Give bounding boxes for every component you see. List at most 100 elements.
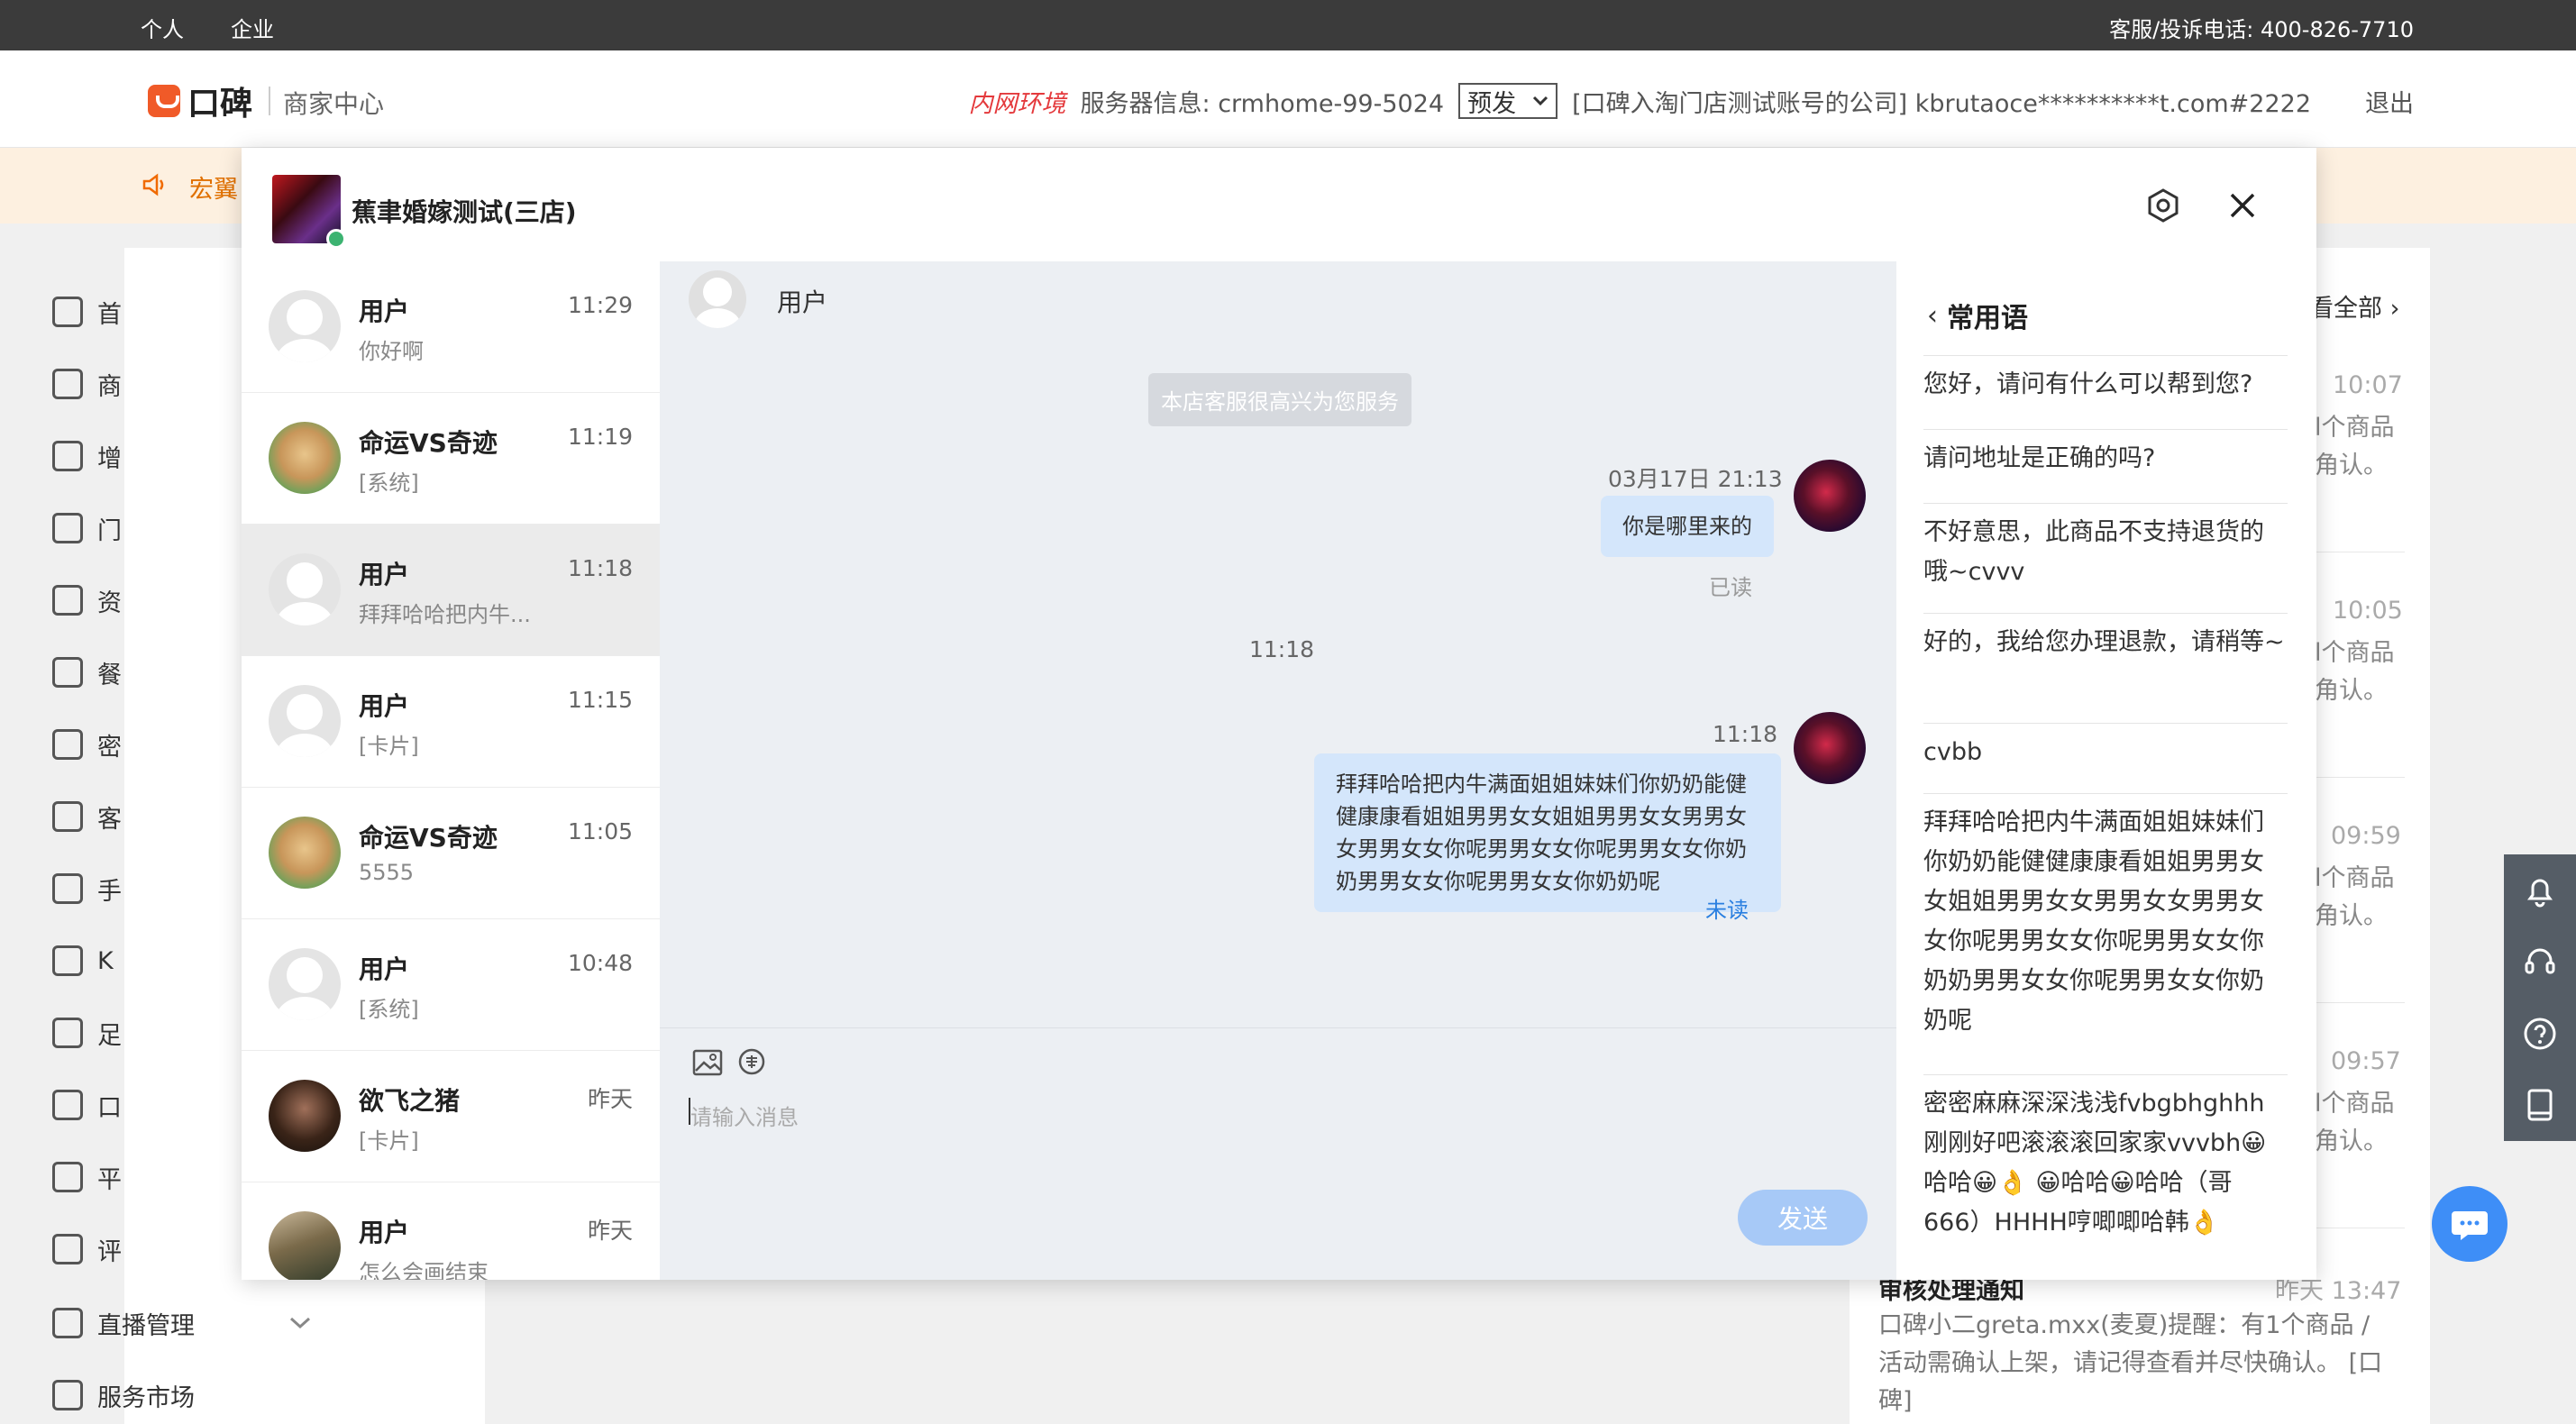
conversation-item[interactable]: 命运VS奇迹 11:19 [系统] [242,393,660,525]
avatar [269,685,341,757]
menu-item-k[interactable]: K [52,941,114,981]
menu-item-store[interactable]: 门 [52,508,122,548]
notice-time: 09:57 [2331,1047,2401,1075]
quick-phrase-item[interactable]: 不好意思，此商品不支持退货的哦~cvvv [1923,503,2288,592]
tab-enterprise[interactable]: 企业 [231,12,274,43]
footprint-icon [52,1018,83,1048]
notice-text[interactable]: 宏翼 [189,169,238,205]
conversation-item[interactable]: 用户 昨天 怎么会画结束 [242,1182,660,1280]
env-label: 内网环境 [968,89,1066,118]
menu-item-customer[interactable]: 客 [52,797,122,836]
menu-item-dining[interactable]: 餐 [52,653,122,692]
conversation-preview: [系统] [359,470,419,496]
view-all-link[interactable]: 看全部 › [2309,288,2399,324]
menu-item-market[interactable]: 服务市场 [52,1375,195,1415]
conversation-item[interactable]: 用户 11:15 [卡片] [242,656,660,788]
menu-item-home[interactable]: 首 [52,292,122,332]
menu-item-goods[interactable]: 商 [52,364,122,404]
logo-text[interactable]: 口碑 [187,78,252,124]
quick-phrases-header[interactable]: ‹ 常用语 [1927,296,2028,335]
env-select-value: 预发 [1467,89,1517,118]
chevron-left-icon[interactable]: ‹ [1927,300,1938,332]
video-icon [52,1308,83,1338]
menu-label: 足 [97,1021,122,1050]
menu-item-secret[interactable]: 密 [52,725,122,764]
logout-link[interactable]: 退出 [2365,84,2414,119]
quick-phrase-item[interactable]: 密密麻麻深深浅浅fvbgbhghhh刚刚好吧滚滚滚回家家vvvbh😀哈哈😀👌 😀… [1923,1074,2288,1243]
quick-phrase-item[interactable]: cvbb [1923,723,2288,772]
menu-label: 商 [97,372,122,401]
menu-item-growth[interactable]: 增 [52,436,122,476]
system-notice: 本店客服很高兴为您服务 [1148,373,1411,426]
message-input[interactable]: 请输入消息 [690,1100,799,1131]
conversation-name: 用户 [359,691,410,721]
top-bar: 个人 企业 客服/投诉电话: 400-826-7710 [0,0,2576,50]
quick-phrases-panel: ‹ 常用语 您好，请问有什么可以帮到您? 请问地址是正确的吗? 不好意思，此商品… [1896,261,2316,1280]
menu-item-mobile[interactable]: 手 [52,869,122,908]
conversation-time: 11:15 [567,687,633,713]
wallet-icon [52,1090,83,1120]
quick-phrases-title: 常用语 [1947,303,2028,334]
quick-phrase-item[interactable]: 请问地址是正确的吗? [1923,429,2288,479]
chevron-down-icon[interactable] [288,1316,312,1330]
koubei-logo-icon[interactable] [148,85,180,117]
chat-header: 用户 [660,261,1896,333]
quick-phrase-icon[interactable] [737,1047,766,1076]
chat-modal: 蕉聿婚嫁测试(三店) 用户 11:29 你好啊 命运VS奇迹 11:19 [系统… [242,148,2316,1280]
menu-label: K [97,946,114,975]
house-lock-icon [52,729,83,760]
conversation-name: 用户 [359,954,410,984]
menu-label: 评 [97,1237,122,1266]
conversation-preview: 5555 [359,860,415,885]
tab-personal[interactable]: 个人 [141,12,184,43]
chat-launcher-button[interactable] [2432,1186,2507,1262]
menu-item-live[interactable]: 直播管理 [52,1303,195,1343]
conversation-name: 命运VS奇迹 [359,428,498,458]
conversation-list: 用户 11:29 你好啊 命运VS奇迹 11:19 [系统] 用户 11:18 … [242,261,660,1280]
menu-label: 平 [97,1165,122,1194]
avatar [269,948,341,1020]
quick-phrase-item[interactable]: 拜拜哈哈把内牛满面姐姐妹妹们你奶奶能健健康康看姐姐男男女女姐姐男男女女男男女女男… [1923,793,2288,1041]
send-button[interactable]: 发送 [1738,1190,1868,1246]
message-bubble[interactable]: 你是哪里来的 [1601,496,1774,557]
user-icon [52,873,83,904]
conversation-item[interactable]: 用户 10:48 [系统] [242,919,660,1051]
help-icon[interactable] [2521,1015,2559,1053]
menu-item-platform[interactable]: 平 [52,1157,122,1197]
conversation-preview: 拜拜哈哈把内牛... [359,602,531,627]
menu-label: 密 [97,733,122,762]
quick-phrase-item[interactable]: 好的，我给您办理退款，请稍等~ [1923,613,2288,662]
quick-phrase-item[interactable]: 您好，请问有什么可以帮到您? [1923,355,2288,405]
message-bubble[interactable]: 拜拜哈哈把内牛满面姐姐妹妹们你奶奶能健健康康看姐姐男男女女姐姐男男女女男男女女男… [1314,753,1781,912]
conversation-item[interactable]: 欲飞之猪 昨天 [卡片] [242,1051,660,1182]
conversation-name: 命运VS奇迹 [359,823,498,853]
home-icon [52,297,83,327]
menu-item-koubei[interactable]: 口 [52,1085,122,1125]
message-time: 03月17日 21:13 [1608,466,1783,492]
account-info: [口碑入淘门店测试账号的公司] kbrutaoce**********t.com… [1572,89,2311,118]
conversation-item[interactable]: 用户 11:29 你好啊 [242,261,660,393]
headset-icon[interactable] [2521,943,2559,981]
conversation-time: 11:29 [567,292,633,318]
avatar [269,817,341,889]
notice-time: 09:59 [2331,822,2401,850]
settings-icon[interactable] [2145,187,2181,224]
close-icon[interactable] [2224,187,2261,224]
conversation-preview: [卡片] [359,734,419,759]
notice-fragment: 角认。 [2315,902,2388,930]
input-divider [660,1027,1896,1028]
modal-header: 蕉聿婚嫁测试(三店) [242,148,2316,261]
conversation-preview: [系统] [359,997,419,1022]
env-select[interactable]: 预发 [1458,83,1558,119]
menu-item-finance[interactable]: 资 [52,580,122,620]
notice-fragment: 角认。 [2315,452,2388,479]
conversation-item[interactable]: 命运VS奇迹 11:05 5555 [242,788,660,919]
avatar [269,1211,341,1280]
menu-item-review[interactable]: 评 [52,1229,122,1269]
image-icon[interactable] [692,1049,723,1076]
conversation-item-active[interactable]: 用户 11:18 拜拜哈哈把内牛... [242,525,660,656]
bell-icon[interactable] [2521,872,2559,909]
menu-item-footprint[interactable]: 足 [52,1013,122,1053]
tablet-icon[interactable] [2521,1086,2559,1124]
time-divider: 11:18 [1249,636,1315,662]
